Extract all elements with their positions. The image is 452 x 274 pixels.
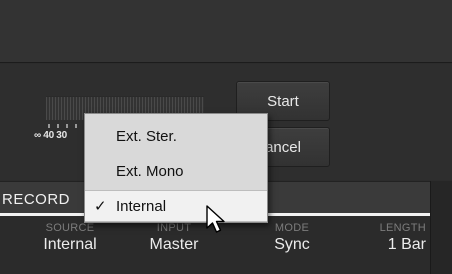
- record-section-title: RECORD: [2, 191, 71, 208]
- length-value[interactable]: 1 Bar: [356, 236, 426, 254]
- menu-item-ext-mono[interactable]: Ext. Mono: [85, 155, 267, 187]
- input-label: INPUT: [156, 222, 192, 234]
- menu-item-label: Ext. Mono: [116, 162, 184, 180]
- meter-scale-label: ∞ 40 30: [34, 130, 67, 141]
- menu-item-label: Internal: [116, 197, 167, 215]
- checkmark-icon: ✓: [94, 198, 107, 215]
- arrow-pointer-icon: [206, 205, 225, 233]
- input-param[interactable]: INPUT Master: [134, 222, 214, 254]
- menu-item-ext-ster[interactable]: Ext. Ster.: [85, 120, 267, 152]
- mode-label: MODE: [274, 222, 310, 234]
- length-label: LENGTH: [379, 222, 426, 234]
- source-param[interactable]: SOURCE Internal: [30, 222, 110, 254]
- source-label: SOURCE: [45, 222, 95, 234]
- source-dropdown-menu: Ext. Ster. Ext. Mono ✓ Internal: [84, 113, 268, 223]
- menu-item-label: Ext. Ster.: [116, 127, 177, 145]
- length-param[interactable]: LENGTH 1 Bar: [356, 222, 430, 254]
- input-value[interactable]: Master: [134, 236, 214, 254]
- meter-peak-dots: [48, 124, 88, 128]
- mode-value[interactable]: Sync: [252, 236, 332, 254]
- menu-item-internal[interactable]: ✓ Internal: [85, 190, 267, 222]
- top-panel: [0, 0, 452, 63]
- mode-param[interactable]: MODE Sync: [252, 222, 332, 254]
- source-value[interactable]: Internal: [30, 236, 110, 254]
- side-strip: [430, 181, 452, 274]
